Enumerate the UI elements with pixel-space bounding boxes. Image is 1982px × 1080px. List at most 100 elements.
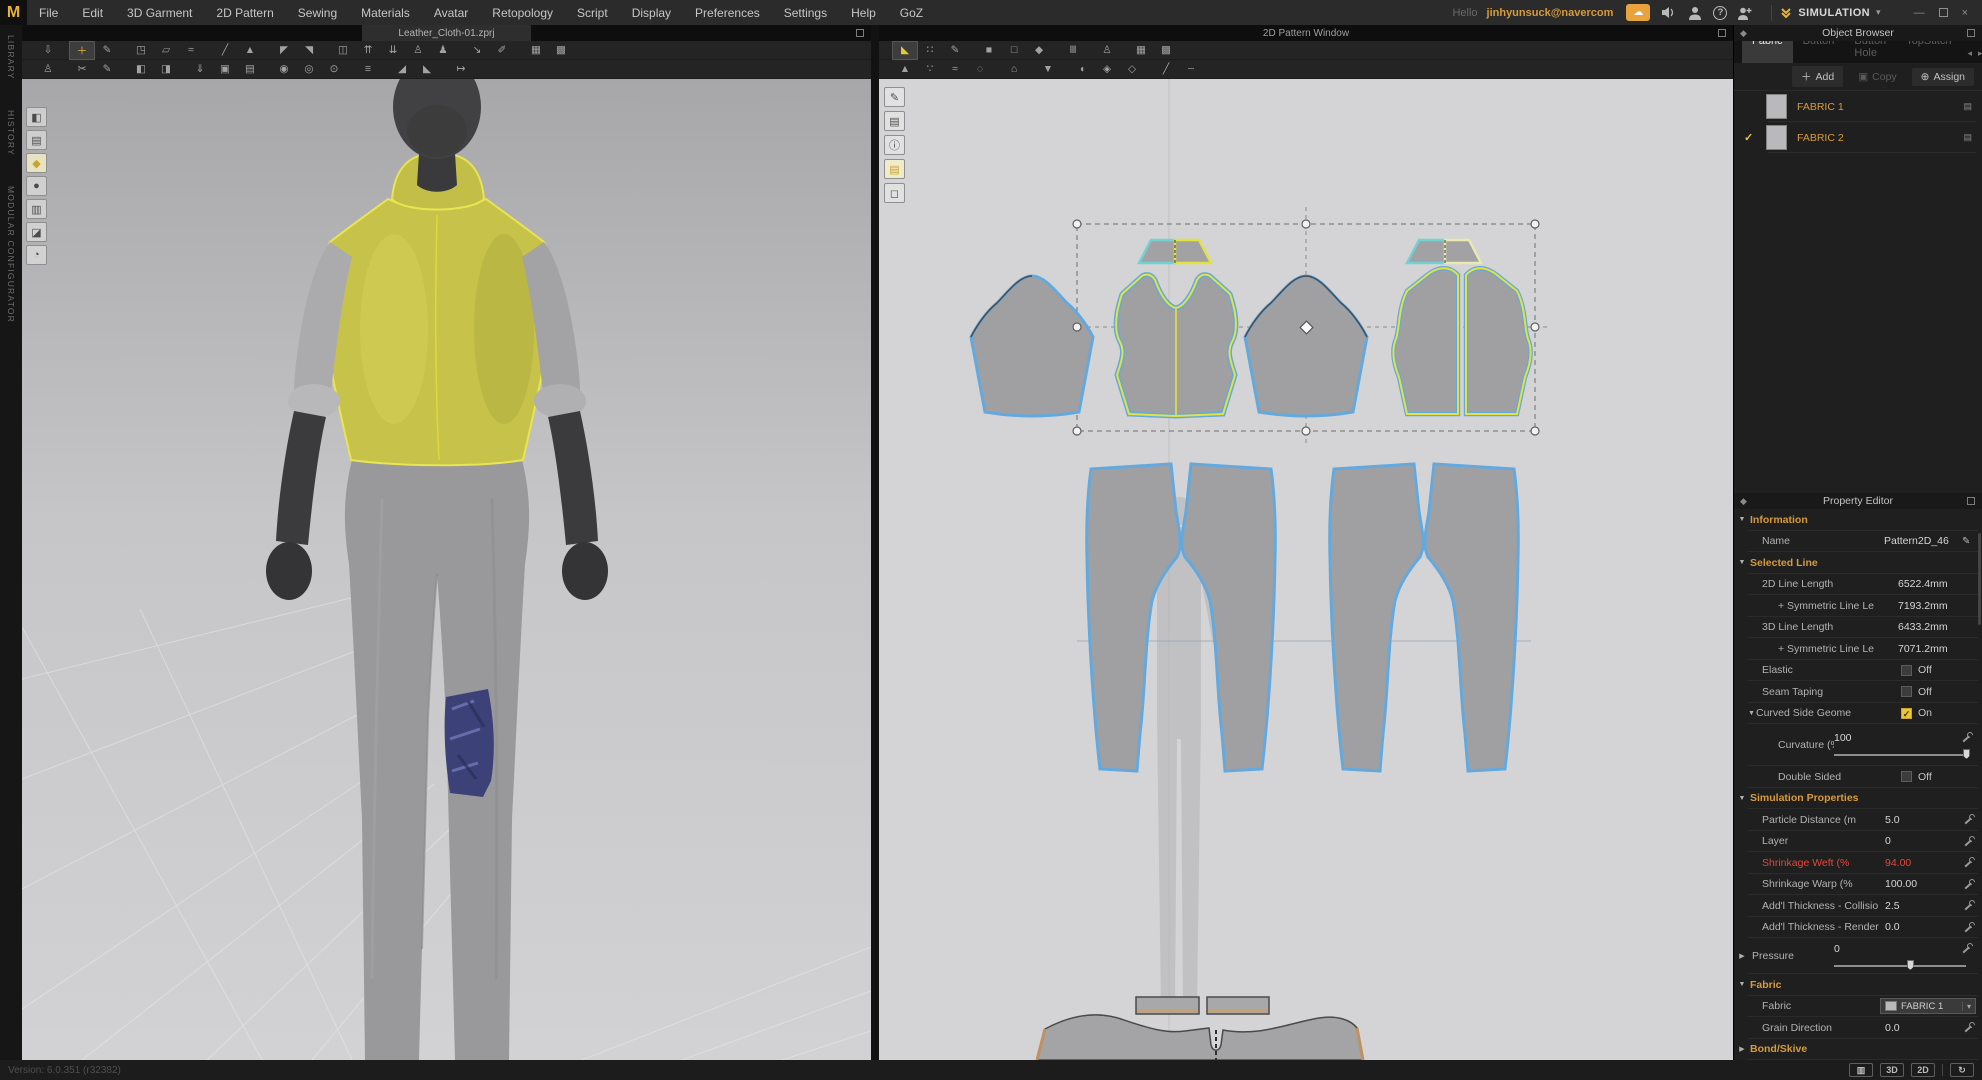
popout-window-icon[interactable] <box>1967 29 1975 37</box>
double-sided-checkbox[interactable] <box>1901 771 1912 782</box>
add-fabric-button[interactable]: ＋ Add <box>1792 66 1843 87</box>
user-profile-icon[interactable] <box>1686 5 1704 21</box>
show-pattern-icon[interactable]: ▤ <box>884 159 905 179</box>
texture-pattern-icon[interactable]: ◇ <box>1120 61 1144 78</box>
speaker-icon[interactable] <box>1659 5 1677 21</box>
transform-pattern-icon[interactable]: ◣ <box>893 42 917 59</box>
project-tab[interactable]: Leather_Cloth-01.zprj <box>362 25 530 41</box>
edit-name-icon[interactable]: ✎ <box>1962 536 1976 547</box>
show-avatar-toggle-icon[interactable]: ● <box>26 176 47 196</box>
drag-garment-icon[interactable]: ▱ <box>154 42 178 59</box>
pattern-waistband-pieces[interactable] <box>1136 997 1269 1014</box>
dock-tab[interactable]: MODULAR CONFIGURATOR <box>6 186 16 323</box>
tab-scroll-left-icon[interactable]: ◂ <box>1967 48 1972 59</box>
cloud-sync-icon[interactable]: ☁ <box>1626 4 1650 21</box>
sewing-3d-icon[interactable]: ▲ <box>238 42 262 59</box>
avatar-walk-icon[interactable]: ♙ <box>36 61 60 78</box>
section-bond-skive[interactable]: ▶ Bond/Skive <box>1734 1039 1982 1061</box>
segment-sewing-icon[interactable]: ▲ <box>893 61 917 78</box>
restore-button[interactable] <box>1939 8 1948 17</box>
menu-item[interactable]: Help <box>839 0 888 25</box>
pattern-sleeve-left[interactable] <box>971 276 1093 416</box>
export-garment-icon[interactable]: ◫ <box>331 42 355 59</box>
button-icon[interactable]: ◉ <box>272 61 296 78</box>
fold-line-icon[interactable]: ◧ <box>129 61 153 78</box>
show-bookmark-icon[interactable]: ▥ <box>26 199 47 219</box>
avatar-size-icon[interactable]: ♟ <box>431 42 455 59</box>
prop-row-pressure[interactable]: ▶ Pressure 0 <box>1734 938 1982 974</box>
show-plane-icon[interactable]: ◪ <box>26 222 47 242</box>
fabric-dropdown[interactable]: FABRIC 1 ▾ <box>1880 998 1976 1014</box>
show-head-icon[interactable]: ◔ <box>26 245 47 265</box>
free-sew-icon[interactable]: ✎ <box>95 61 119 78</box>
popout-window-icon[interactable] <box>1967 497 1975 505</box>
help-icon[interactable]: ? <box>1713 6 1727 20</box>
shirt-icon[interactable]: ▼ <box>1036 61 1060 78</box>
show-info-icon[interactable]: ⓘ <box>884 135 905 155</box>
mirror-paste-icon[interactable]: ⇊ <box>381 42 405 59</box>
line-tool-icon[interactable]: ╱ <box>1154 61 1178 78</box>
render-style-icon[interactable]: ◧ <box>26 107 47 127</box>
pin-icon[interactable]: ◆ <box>1740 28 1747 39</box>
wrench-icon[interactable] <box>1963 813 1976 826</box>
prop-row-thickness-collision[interactable]: Add'l Thickness - Collisio 2.5 <box>1734 895 1982 917</box>
wrench-icon[interactable] <box>1963 878 1976 891</box>
measure-avatar-icon[interactable]: ↘ <box>465 42 489 59</box>
gizmo-move-icon[interactable]: ＋ <box>70 42 94 59</box>
glue-tape-icon[interactable]: ◖ <box>1070 61 1094 78</box>
edit-pattern-icon[interactable]: ∷ <box>918 42 942 59</box>
window-splitter[interactable] <box>871 25 879 1060</box>
show-stitches-icon[interactable]: ✎ <box>884 87 905 107</box>
fabric-swatch[interactable] <box>1766 125 1787 150</box>
pressure-slider[interactable] <box>1834 960 1974 970</box>
fabric-swatch[interactable] <box>1766 94 1787 119</box>
menu-item[interactable]: Edit <box>70 0 115 25</box>
section-information[interactable]: ▼ Information <box>1734 509 1982 531</box>
pattern-bodice-back[interactable] <box>1393 268 1530 414</box>
dock-tab[interactable]: LIBRARY <box>6 35 16 80</box>
prop-row-seam-taping[interactable]: Seam Taping Off <box>1734 681 1982 703</box>
pin-garment-icon[interactable]: ▤ <box>238 61 262 78</box>
fabric-item-1[interactable]: FABRIC 1 ▤ <box>1734 91 1982 122</box>
assign-fabric-button[interactable]: ⊕ Assign <box>1912 68 1974 86</box>
menu-item[interactable]: Display <box>620 0 683 25</box>
pattern-skirt-piece[interactable] <box>1037 1015 1363 1060</box>
fabric-detail-icon[interactable]: ▤ <box>1963 101 1972 112</box>
copy-fabric-button[interactable]: ▣ Copy <box>1849 68 1905 86</box>
wrench-icon[interactable] <box>1963 921 1976 934</box>
pattern-bodice-front[interactable] <box>1116 275 1236 416</box>
flatten-left-icon[interactable]: ◢ <box>390 61 414 78</box>
unfold-line-icon[interactable]: ◨ <box>154 61 178 78</box>
prop-row-layer[interactable]: Layer 0 <box>1734 831 1982 853</box>
menu-item[interactable]: Settings <box>772 0 839 25</box>
account-email[interactable]: jinhyunsuck@navercom <box>1487 7 1614 19</box>
wrench-icon[interactable] <box>1963 899 1976 912</box>
menu-item[interactable]: Script <box>565 0 620 25</box>
grid-transform-icon[interactable]: ▩ <box>1154 42 1178 59</box>
prop-row-grain-direction[interactable]: Grain Direction 0.0 <box>1734 1017 1982 1039</box>
prop-row-curved-side[interactable]: ▼ Curved Side Geome On <box>1734 703 1982 725</box>
tab-scroll-right-icon[interactable]: ▸ <box>1978 48 1982 59</box>
menu-item[interactable]: 2D Pattern <box>204 0 285 25</box>
grid-uv-icon[interactable]: ▩ <box>549 42 573 59</box>
menu-item[interactable]: 3D Garment <box>115 0 204 25</box>
steam-iron-icon[interactable]: ⌂ <box>1002 61 1026 78</box>
curved-side-checkbox[interactable] <box>1901 708 1912 719</box>
prop-row-thickness-render[interactable]: Add'l Thickness - Render 0.0 <box>1734 917 1982 939</box>
wrench-icon[interactable] <box>1963 856 1976 869</box>
menu-item[interactable]: Materials <box>349 0 422 25</box>
selection-group[interactable] <box>971 207 1549 447</box>
popout-window-icon[interactable] <box>1718 29 1726 37</box>
pattern-canvas[interactable]: ✎▤ⓘ▤◻ <box>879 79 1733 1060</box>
check-sewing-icon[interactable]: ◌ <box>968 61 992 78</box>
measure-width-icon[interactable]: ↦ <box>449 61 473 78</box>
fabric-detail-icon[interactable]: ▤ <box>1963 132 1972 143</box>
print-pattern-icon[interactable]: ◈ <box>1095 61 1119 78</box>
edit-sewing-icon[interactable]: ◥ <box>297 42 321 59</box>
prop-row-fabric[interactable]: Fabric FABRIC 1 ▾ <box>1734 996 1982 1018</box>
menu-item[interactable]: Retopology <box>480 0 565 25</box>
viewport-3d[interactable]: ◧▤◆●▥◪◔ <box>22 79 871 1060</box>
buttonhole-icon[interactable]: ◎ <box>297 61 321 78</box>
grid-snap-icon[interactable]: ▦ <box>524 42 548 59</box>
polygon-pattern-icon[interactable]: □ <box>1002 42 1026 59</box>
